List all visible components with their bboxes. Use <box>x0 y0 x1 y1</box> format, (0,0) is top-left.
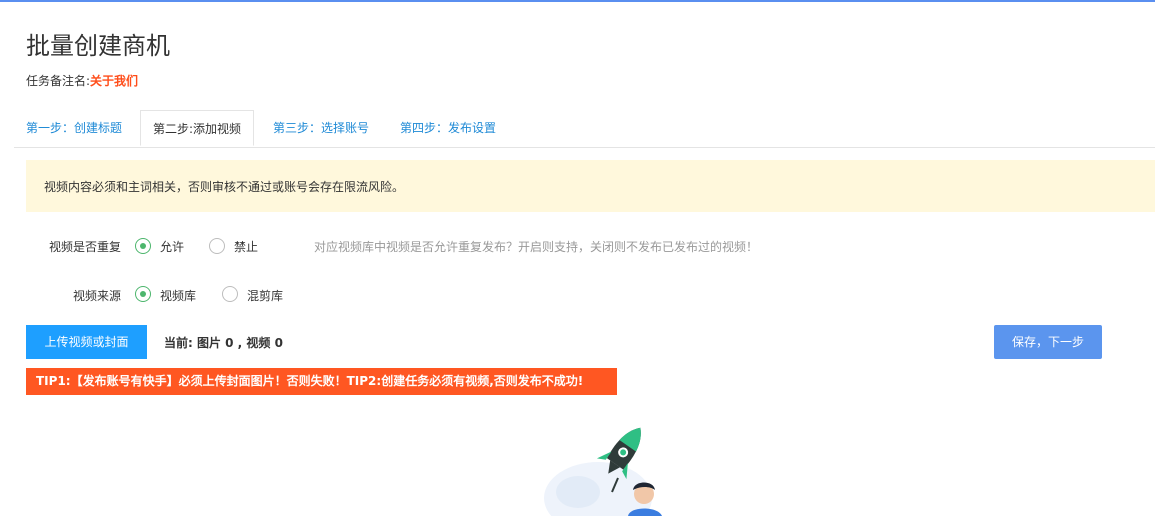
save-next-button[interactable]: 保存，下一步 <box>994 325 1102 359</box>
tab-step-1[interactable]: 第一步：创建标题 <box>26 110 122 146</box>
warning-notice-text: 视频内容必须和主词相关，否则审核不通过或账号会存在限流风险。 <box>44 180 405 194</box>
task-remark-label: 任务备注名: <box>26 74 91 88</box>
repeat-forbid-label[interactable]: 禁止 <box>234 238 258 255</box>
tip-banner: TIP1:【发布账号有快手】必须上传封面图片！否则失败！TIP2:创建任务必须有… <box>26 368 617 395</box>
source-label: 视频来源 <box>72 289 121 303</box>
source-remix-library-radio[interactable] <box>222 286 238 302</box>
repeat-forbid-radio[interactable] <box>209 238 225 254</box>
step-tabs: 第一步：创建标题 第二步:添加视频 第三步：选择账号 第四步：发布设置 <box>14 110 1155 148</box>
tab-step-2[interactable]: 第二步:添加视频 <box>140 110 255 146</box>
repeat-label: 视频是否重复 <box>48 240 121 254</box>
warning-notice: 视频内容必须和主词相关，否则审核不通过或账号会存在限流风险。 <box>26 160 1155 212</box>
upload-video-cover-button[interactable]: 上传视频或封面 <box>26 325 147 359</box>
task-remark: 任务备注名:关于我们 <box>26 72 138 89</box>
tab-step-3[interactable]: 第三步：选择账号 <box>273 110 369 146</box>
repeat-allow-radio[interactable] <box>135 238 151 254</box>
repeat-allow-label[interactable]: 允许 <box>160 238 184 255</box>
task-remark-value: 关于我们 <box>90 74 139 88</box>
current-count: 当前: 图片 0 , 视频 0 <box>164 336 283 350</box>
source-remix-library-label[interactable]: 混剪库 <box>247 287 283 304</box>
source-video-library-radio[interactable] <box>135 286 151 302</box>
source-video-library-label[interactable]: 视频库 <box>160 287 196 304</box>
rocket-person-illustration <box>540 420 680 520</box>
tab-step-4[interactable]: 第四步：发布设置 <box>400 110 496 146</box>
repeat-hint: 对应视频库中视频是否允许重复发布？开启则支持，关闭则不发布已发布过的视频！ <box>314 240 759 254</box>
page-title: 批量创建商机 <box>26 32 170 60</box>
top-accent-line <box>0 0 1155 2</box>
